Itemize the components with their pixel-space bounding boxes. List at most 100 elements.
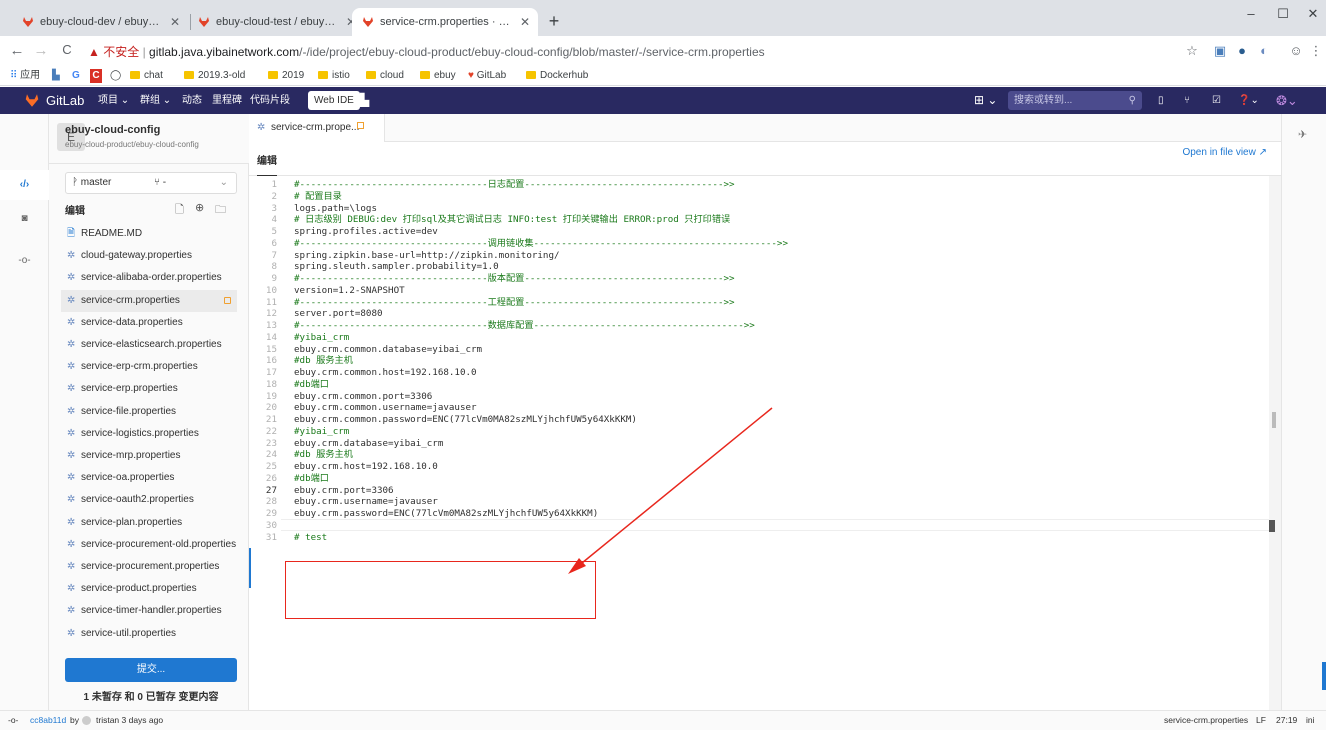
gitlab-brand[interactable]: GitLab <box>46 87 84 114</box>
back-button[interactable]: ← <box>8 42 26 59</box>
nav-snippets[interactable]: 代码片段 <box>250 87 290 114</box>
plus-icon[interactable]: ⊞ ⌄ <box>974 87 997 114</box>
c-icon[interactable]: C <box>90 69 102 83</box>
pipeline-rocket-icon[interactable]: ✈ <box>1298 128 1307 141</box>
bookmark-folder[interactable]: chat <box>130 69 163 83</box>
close-tab-icon[interactable]: ✕ <box>520 8 530 36</box>
file-item[interactable]: ✲ service-elasticsearch.properties <box>61 334 237 356</box>
editor-tab-active[interactable]: ✲ service-crm.prope... <box>249 114 385 142</box>
code-line[interactable]: spring.profiles.active=dev <box>294 226 438 238</box>
browser-tab[interactable]: ebuy-cloud-dev / ebuy-cloud ✕ <box>12 8 188 36</box>
code-line[interactable]: #----------------------------------数据库配置… <box>294 320 755 332</box>
file-item[interactable]: ✲ service-util.properties <box>61 623 237 645</box>
chart-icon[interactable]: ▙ <box>360 87 369 114</box>
project-name[interactable]: ebuy-cloud-config <box>65 124 265 136</box>
gitlab-logo-icon[interactable] <box>24 93 40 108</box>
file-item[interactable]: ✲ service-erp.properties <box>61 378 237 400</box>
google-icon[interactable]: G <box>72 69 80 83</box>
file-item[interactable]: ✲ service-procurement-old.properties <box>61 534 237 556</box>
bookmark-icon[interactable]: ▙ <box>52 69 60 83</box>
forward-button[interactable]: → <box>32 42 50 59</box>
editor-scrollbar[interactable] <box>1269 176 1281 710</box>
star-icon[interactable]: ☆ <box>1184 43 1200 59</box>
scrollbar-thumb[interactable] <box>1272 412 1276 428</box>
commit-sha-link[interactable]: cc8ab11d <box>30 711 66 730</box>
bookmark-folder[interactable]: istio <box>318 69 350 83</box>
extension-icon[interactable]: ◐ <box>1256 43 1272 59</box>
code-line[interactable]: ebuy.crm.username=javauser <box>294 496 438 508</box>
code-line[interactable]: ebuy.crm.port=3306 <box>294 485 394 497</box>
code-line[interactable]: # test <box>294 532 327 544</box>
new-file-icon[interactable]: 🗋 <box>175 201 184 220</box>
code-line[interactable]: ebuy.crm.common.username=javauser <box>294 402 477 414</box>
nav-activity[interactable]: 动态 <box>182 87 202 114</box>
file-item[interactable]: ✲ service-logistics.properties <box>61 423 237 445</box>
project-path[interactable]: ebuy-cloud-product/ebuy-cloud-config <box>65 140 265 149</box>
nav-projects[interactable]: 项目 ⌄ <box>98 87 129 114</box>
bookmark-folder[interactable]: cloud <box>366 69 404 83</box>
file-item[interactable]: ✲ service-alibaba-order.properties <box>61 267 237 289</box>
github-icon[interactable]: ◯ <box>110 69 121 83</box>
file-item[interactable]: ✲ cloud-gateway.properties <box>61 245 237 267</box>
code-line[interactable]: spring.sleuth.sampler.probability=1.0 <box>294 261 499 273</box>
code-line[interactable]: ebuy.crm.common.password=ENC(77lcVm0MA82… <box>294 414 637 426</box>
new-directory-icon[interactable]: 🗀 <box>215 201 226 220</box>
file-item[interactable]: ✲ service-timer-handler.properties <box>61 600 237 622</box>
todos-icon[interactable]: ☑ <box>1212 87 1221 114</box>
maximize-button[interactable]: ☐ <box>1272 6 1294 26</box>
close-window-button[interactable]: ✕ <box>1302 6 1324 26</box>
bookmark-folder[interactable]: ebuy <box>420 69 456 83</box>
code-line[interactable]: ebuy.crm.password=ENC(77lcVm0MA82szMLYjh… <box>294 508 598 520</box>
reload-button[interactable]: C <box>58 42 76 57</box>
issues-icon[interactable]: ▯ <box>1158 87 1164 114</box>
code-line[interactable]: #db 服务主机 <box>294 449 353 461</box>
web-ide-button[interactable]: Web IDE <box>308 91 360 110</box>
bookmark-folder[interactable]: 2019 <box>268 69 304 83</box>
code-line[interactable]: ebuy.crm.common.port=3306 <box>294 391 432 403</box>
review-icon[interactable]: ◙ <box>0 204 49 234</box>
code-line[interactable]: #----------------------------------工程配置-… <box>294 297 735 309</box>
extension-globe-icon[interactable]: ● <box>1234 43 1250 59</box>
code-line[interactable]: ebuy.crm.common.host=192.168.10.0 <box>294 367 477 379</box>
file-item[interactable]: ✲ service-oauth2.properties <box>61 489 237 511</box>
branch-selector[interactable]: ᚹ master ⑂ - ⌄ <box>65 172 237 194</box>
file-item[interactable]: ✲ service-erp-crm.properties <box>61 356 237 378</box>
commit-button[interactable]: 提交... <box>65 658 237 682</box>
nav-groups[interactable]: 群组 ⌄ <box>140 87 171 114</box>
code-line[interactable]: server.port=8080 <box>294 308 383 320</box>
side-panel-handle[interactable] <box>1322 662 1326 690</box>
close-tab-icon[interactable]: ✕ <box>170 8 180 36</box>
browser-tab[interactable]: ebuy-cloud-test / ebuy-cloud ✕ <box>188 8 364 36</box>
menu-icon[interactable]: ⋮ <box>1308 43 1324 59</box>
file-item[interactable]: ✲ service-data.properties <box>61 312 237 334</box>
code-line[interactable]: #----------------------------------调用链收集… <box>294 238 788 250</box>
code-line[interactable]: spring.zipkin.base-url=http://zipkin.mon… <box>294 250 560 262</box>
code-line[interactable]: logs.path=\logs <box>294 203 377 215</box>
help-icon[interactable]: ❓⌄ <box>1238 87 1259 114</box>
extension-translate-icon[interactable]: ▣ <box>1212 43 1228 59</box>
file-item[interactable]: ✲ service-file.properties <box>61 401 237 423</box>
profile-icon[interactable]: ☺ <box>1288 43 1304 59</box>
merge-requests-icon[interactable]: ⑂ <box>1184 87 1190 114</box>
code-line[interactable]: #db 服务主机 <box>294 355 353 367</box>
new-tab-button[interactable]: + <box>542 10 566 34</box>
code-line[interactable]: #yibai_crm <box>294 426 349 438</box>
code-line[interactable]: ebuy.crm.common.database=yibai_crm <box>294 344 482 356</box>
file-item[interactable]: 🗎 README.MD <box>61 223 237 245</box>
code-line[interactable]: #----------------------------------版本配置-… <box>294 273 735 285</box>
avatar[interactable]: ❂⌄ <box>1276 87 1298 114</box>
file-item[interactable]: ✲ service-product.properties <box>61 578 237 600</box>
code-line[interactable]: version=1.2-SNAPSHOT <box>294 285 405 297</box>
code-line[interactable]: # 日志级别 DEBUG:dev 打印sql及其它调试日志 INFO:test … <box>294 214 730 226</box>
commit-icon[interactable]: -o- <box>0 246 49 276</box>
url-field[interactable]: ▲ 不安全 | gitlab.java.yibainetwork.com/-/i… <box>88 41 1196 63</box>
file-item[interactable]: ✲ service-mrp.properties <box>61 445 237 467</box>
code-line[interactable]: #db端口 <box>294 473 329 485</box>
minimize-button[interactable]: – <box>1240 6 1262 26</box>
search-input[interactable]: 搜索或转到... ⚲ <box>1008 91 1142 110</box>
bookmark-apps[interactable]: ⠿ 应用 <box>10 69 40 83</box>
browser-tab-active[interactable]: service-crm.properties · maste ✕ <box>352 8 538 36</box>
code-line[interactable]: #yibai_crm <box>294 332 349 344</box>
upload-icon[interactable]: ⊕ <box>195 201 204 214</box>
code-line[interactable]: ebuy.crm.host=192.168.10.0 <box>294 461 438 473</box>
